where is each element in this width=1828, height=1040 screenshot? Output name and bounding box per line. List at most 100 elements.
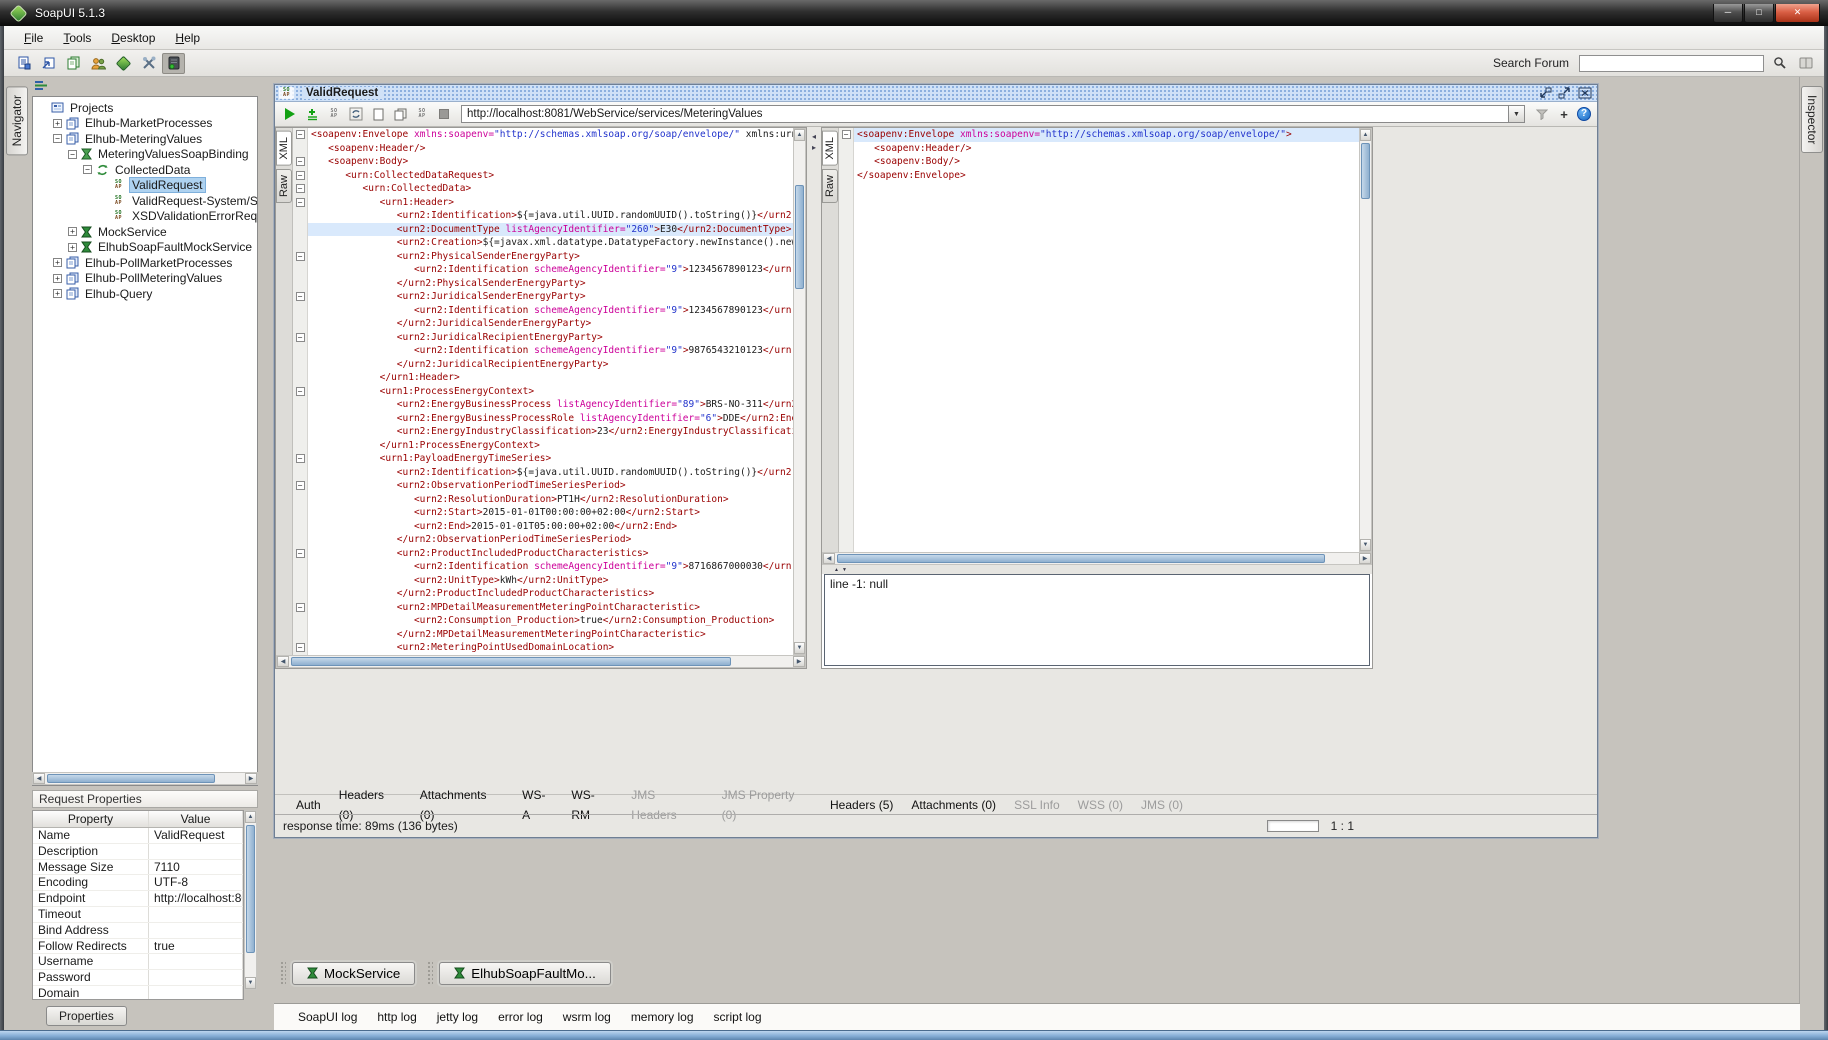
- fold-collapse-icon[interactable]: −: [842, 130, 851, 139]
- tree-item-validrequest-system-securi[interactable]: SOAPValidRequest-System/Securi: [33, 193, 257, 209]
- fold-collapse-icon[interactable]: −: [296, 157, 305, 166]
- endpoint-dropdown-icon[interactable]: ▼: [1508, 105, 1525, 123]
- response-vscrollbar[interactable]: ▲ ▼: [1359, 128, 1372, 552]
- tree-item-mockservice[interactable]: +MockService: [33, 224, 257, 240]
- tree-expander-icon[interactable]: +: [68, 243, 77, 252]
- tree-item-collecteddata[interactable]: −CollectedData: [33, 162, 257, 178]
- tab-headers-5-[interactable]: Headers (5): [821, 795, 902, 815]
- logtab-http-log[interactable]: http log: [367, 1010, 426, 1024]
- request-fold-margin[interactable]: −−−−−−−−−−−−−−: [293, 128, 308, 655]
- property-row[interactable]: Domain: [33, 986, 243, 1000]
- menu-tools[interactable]: Tools: [53, 28, 101, 48]
- tree-expander-icon[interactable]: −: [68, 150, 77, 159]
- response-xml-editor[interactable]: <soapenv:Envelope xmlns:soapenv="http://…: [854, 128, 1359, 552]
- navigator-options-icon[interactable]: [34, 80, 58, 94]
- fold-collapse-icon[interactable]: −: [296, 549, 305, 558]
- response-log-splitter[interactable]: ▲▼: [822, 565, 1372, 574]
- scroll-left-icon[interactable]: ◀: [823, 553, 835, 564]
- dock-grip[interactable]: [427, 961, 433, 985]
- endpoint-url[interactable]: http://localhost:8081/WebService/service…: [461, 105, 1508, 123]
- fold-collapse-icon[interactable]: −: [296, 198, 305, 207]
- property-value[interactable]: 7110: [149, 860, 243, 875]
- fold-collapse-icon[interactable]: −: [296, 387, 305, 396]
- search-icon[interactable]: [1770, 54, 1790, 72]
- import-project-icon[interactable]: [37, 53, 60, 74]
- fold-collapse-icon[interactable]: −: [296, 333, 305, 342]
- tree-item-elhub-query[interactable]: +Elhub-Query: [33, 286, 257, 302]
- scroll-right-icon[interactable]: ▶: [1359, 553, 1371, 564]
- properties-toggle-button[interactable]: Properties: [46, 1006, 127, 1026]
- editor-titlebar[interactable]: SOAP ValidRequest: [275, 85, 1597, 102]
- tree-expander-icon[interactable]: +: [68, 227, 77, 236]
- scroll-up-icon[interactable]: ▲: [1360, 129, 1371, 141]
- editor-tab-raw[interactable]: Raw: [276, 169, 292, 203]
- property-value[interactable]: [149, 954, 243, 969]
- property-value[interactable]: ValidRequest: [149, 828, 243, 843]
- inspector-tab[interactable]: Inspector: [1801, 86, 1823, 153]
- fold-collapse-icon[interactable]: −: [296, 184, 305, 193]
- tree-item-elhub-pollmeteringvalues[interactable]: +Elhub-PollMeteringValues: [33, 271, 257, 287]
- property-row[interactable]: Password: [33, 970, 243, 986]
- scroll-down-icon[interactable]: ▼: [1360, 539, 1371, 551]
- tree-hscrollbar[interactable]: ◀ ▶: [32, 772, 258, 785]
- fold-collapse-icon[interactable]: −: [296, 292, 305, 301]
- close-button[interactable]: ✕: [1775, 4, 1820, 23]
- fold-collapse-icon[interactable]: −: [296, 130, 305, 139]
- tree-item-meteringvaluessoapbinding[interactable]: −MeteringValuesSoapBinding: [33, 147, 257, 163]
- tree-item-elhub-meteringvalues[interactable]: −Elhub-MeteringValues: [33, 131, 257, 147]
- maximize-button[interactable]: □: [1744, 4, 1774, 23]
- editor-tab-raw[interactable]: Raw: [822, 169, 838, 203]
- help-icon[interactable]: ?: [1577, 107, 1591, 121]
- editor-tab-xml[interactable]: XML: [276, 131, 292, 166]
- scroll-down-icon[interactable]: ▼: [245, 977, 256, 989]
- scroll-left-icon[interactable]: ◀: [33, 773, 45, 784]
- docked-window-button[interactable]: MockService: [292, 962, 415, 985]
- logtab-error-log[interactable]: error log: [488, 1010, 553, 1024]
- response-fold-margin[interactable]: −: [839, 128, 854, 552]
- tree-expander-icon[interactable]: +: [53, 258, 62, 267]
- property-value[interactable]: http://localhost:80...: [149, 891, 243, 906]
- new-project-icon[interactable]: [12, 53, 35, 74]
- property-value[interactable]: true: [149, 939, 243, 954]
- preferences-icon[interactable]: [137, 53, 160, 74]
- request-hscrollbar[interactable]: ◀ ▶: [276, 655, 806, 668]
- property-row[interactable]: Message Size7110: [33, 860, 243, 876]
- filter-icon[interactable]: [1533, 105, 1551, 123]
- docked-window-button[interactable]: ElhubSoapFaultMo...: [439, 962, 610, 985]
- property-value[interactable]: [149, 970, 243, 985]
- proxy-settings-icon[interactable]: [162, 53, 185, 74]
- splitter-collapse-right-icon[interactable]: ▸: [812, 143, 816, 152]
- tree-expander-icon[interactable]: +: [53, 289, 62, 298]
- save-all-projects-icon[interactable]: [62, 53, 85, 74]
- property-row[interactable]: NameValidRequest: [33, 828, 243, 844]
- copy-xml-icon[interactable]: [391, 105, 409, 123]
- tree-item-projects[interactable]: Projects: [33, 100, 257, 116]
- project-tree[interactable]: Projects+Elhub-MarketProcesses−Elhub-Met…: [32, 96, 258, 786]
- fold-collapse-icon[interactable]: −: [296, 643, 305, 652]
- property-row[interactable]: Username: [33, 954, 243, 970]
- scroll-right-icon[interactable]: ▶: [245, 773, 257, 784]
- minimize-button[interactable]: ─: [1713, 4, 1743, 23]
- tab-auth[interactable]: Auth: [287, 795, 330, 815]
- scroll-left-icon[interactable]: ◀: [277, 656, 289, 667]
- tree-expander-icon[interactable]: +: [53, 274, 62, 283]
- property-row[interactable]: Description: [33, 844, 243, 860]
- logtab-script-log[interactable]: script log: [704, 1010, 772, 1024]
- forum-browser-icon[interactable]: [1796, 54, 1816, 72]
- tree-item-xsdvalidationerrorrequest[interactable]: SOAPXSDValidationErrorRequest: [33, 209, 257, 225]
- property-value[interactable]: UTF-8: [149, 875, 243, 890]
- endpoint-combo[interactable]: http://localhost:8081/WebService/service…: [461, 105, 1525, 123]
- property-row[interactable]: EncodingUTF-8: [33, 875, 243, 891]
- editor-tab-xml[interactable]: XML: [822, 131, 838, 166]
- logtab-memory-log[interactable]: memory log: [621, 1010, 704, 1024]
- fold-collapse-icon[interactable]: −: [296, 603, 305, 612]
- property-value[interactable]: [149, 986, 243, 1000]
- menu-file[interactable]: File: [14, 28, 53, 48]
- logtab-jetty-log[interactable]: jetty log: [427, 1010, 488, 1024]
- search-forum-input[interactable]: [1579, 55, 1764, 72]
- tree-item-elhub-pollmarketprocesses[interactable]: +Elhub-PollMarketProcesses: [33, 255, 257, 271]
- property-row[interactable]: Follow Redirectstrue: [33, 939, 243, 955]
- property-row[interactable]: Timeout: [33, 907, 243, 923]
- scroll-down-icon[interactable]: ▼: [794, 642, 805, 654]
- request-vscrollbar[interactable]: ▲ ▼: [793, 128, 806, 655]
